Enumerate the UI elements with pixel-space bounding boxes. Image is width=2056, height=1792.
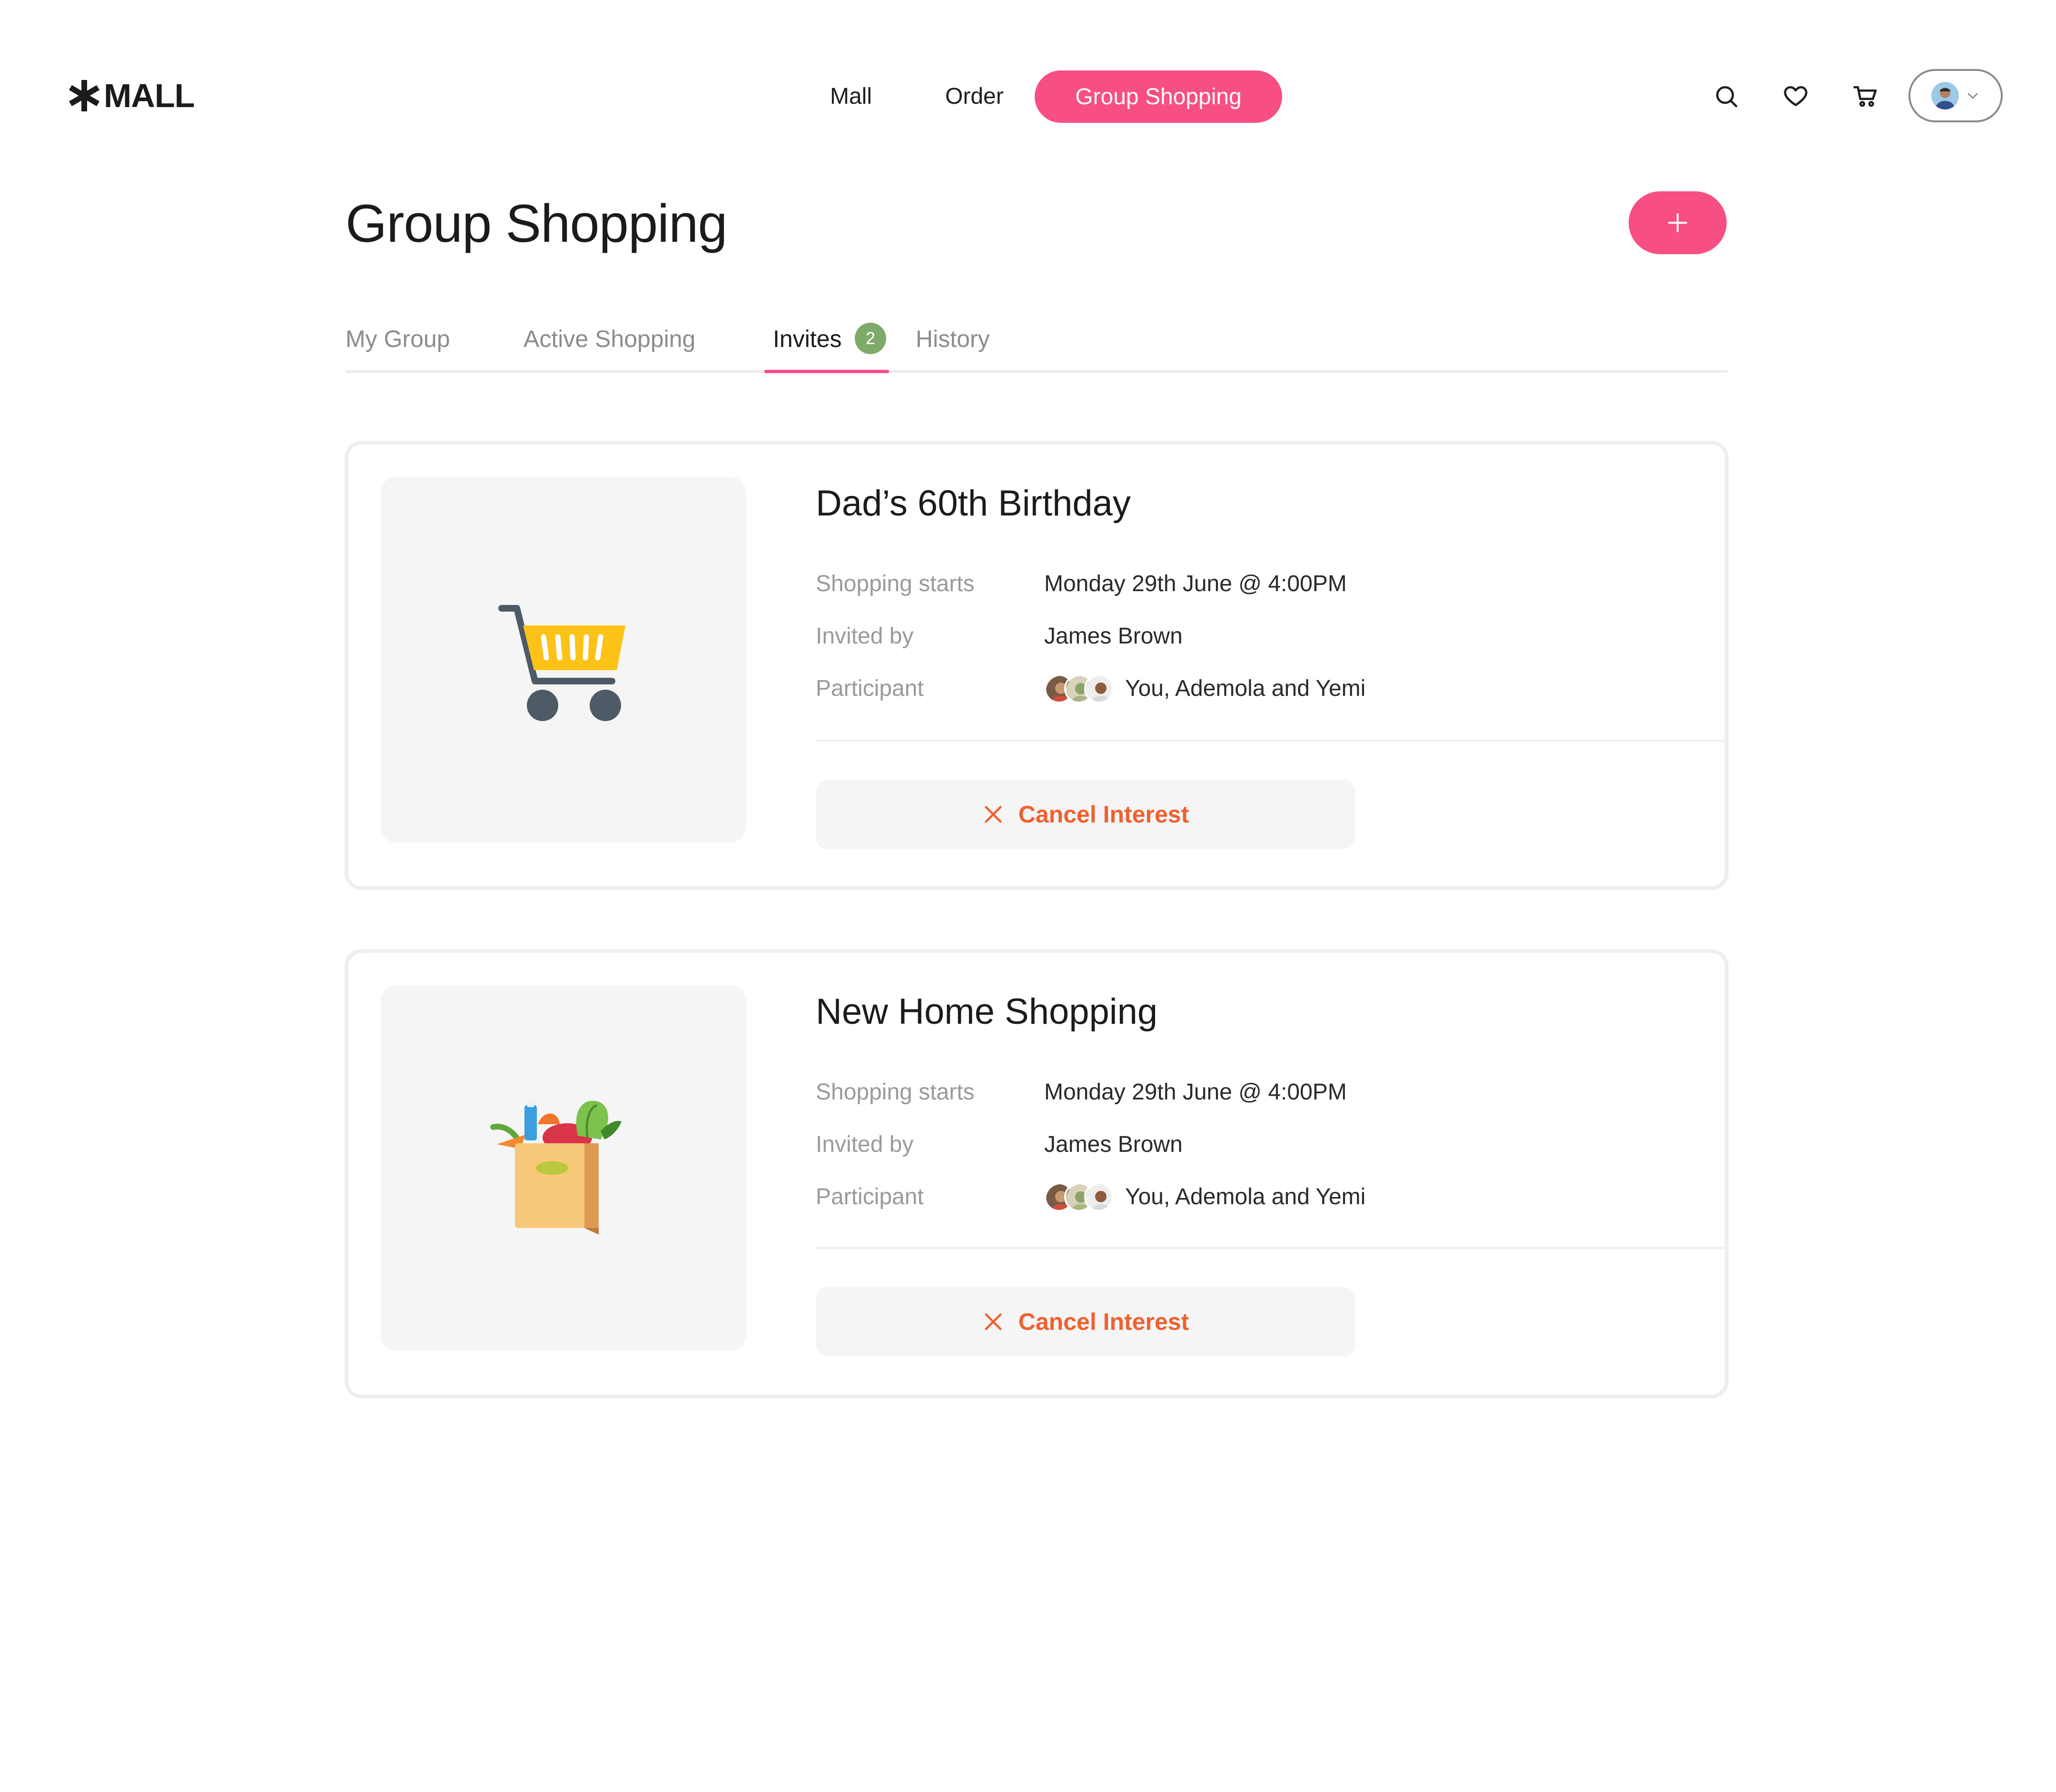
tab-history[interactable]: History <box>916 320 990 358</box>
shopping-cart-illustration-icon <box>498 605 625 721</box>
cancel-interest-button[interactable]: Cancel Interest <box>816 780 1355 849</box>
participants: You, Ademola and Yemi <box>1044 672 1365 705</box>
search-button[interactable] <box>1707 77 1745 115</box>
tab-invites[interactable]: Invites <box>773 320 842 358</box>
card-divider <box>816 1247 1725 1249</box>
card-divider <box>816 740 1725 742</box>
shopping-starts-value: Monday 29th June @ 4:00PM <box>1044 571 1347 596</box>
active-tab-indicator <box>764 370 889 373</box>
participant-label: Participant <box>816 676 924 701</box>
tabs-divider <box>346 370 1728 373</box>
tab-my-group[interactable]: My Group <box>346 320 450 358</box>
invited-by-value: James Brown <box>1044 1132 1183 1157</box>
shopping-starts-value: Monday 29th June @ 4:00PM <box>1044 1079 1347 1105</box>
close-icon <box>985 806 1002 823</box>
invited-by-label: Invited by <box>816 624 914 649</box>
avatar <box>1084 674 1114 703</box>
participant-avatars <box>1044 674 1114 703</box>
shopping-starts-label: Shopping starts <box>816 1079 975 1105</box>
participants: You, Ademola and Yemi <box>1044 1180 1365 1214</box>
add-group-button[interactable] <box>1629 191 1727 254</box>
nav-link-order[interactable]: Order <box>945 80 1004 113</box>
page-title: Group Shopping <box>346 194 728 253</box>
avatar <box>1084 1182 1114 1212</box>
nav-link-group-shopping[interactable]: Group Shopping <box>1035 70 1282 123</box>
cart-icon <box>1853 86 1877 107</box>
card-title: New Home Shopping <box>816 991 1158 1032</box>
profile-menu[interactable] <box>1908 69 2003 122</box>
search-icon <box>1716 86 1738 108</box>
wishlist-button[interactable] <box>1777 77 1815 115</box>
invited-by-label: Invited by <box>816 1132 914 1157</box>
shopping-starts-label: Shopping starts <box>816 571 975 596</box>
cart-button[interactable] <box>1847 77 1885 115</box>
cancel-interest-button[interactable]: Cancel Interest <box>816 1287 1355 1356</box>
avatar <box>1931 82 1959 109</box>
card-image <box>381 985 746 1351</box>
invites-count-badge: 2 <box>855 323 886 354</box>
participant-label: Participant <box>816 1184 924 1209</box>
grocery-bag-illustration-icon <box>490 1100 622 1235</box>
card-title: Dad’s 60th Birthday <box>816 483 1131 524</box>
asterisk-logo-icon <box>69 80 100 111</box>
close-icon <box>985 1313 1002 1330</box>
card-image <box>381 477 746 842</box>
logo[interactable]: MALL <box>68 74 195 117</box>
participant-avatars <box>1044 1182 1114 1212</box>
logo-text: MALL <box>104 77 195 114</box>
cancel-interest-label: Cancel Interest <box>1018 801 1189 828</box>
participants-text: You, Ademola and Yemi <box>1125 1184 1366 1209</box>
invited-by-value: James Brown <box>1044 624 1183 649</box>
nav-link-mall[interactable]: Mall <box>830 80 872 113</box>
plus-icon <box>1668 213 1687 232</box>
participants-text: You, Ademola and Yemi <box>1125 676 1366 701</box>
tab-active-shopping[interactable]: Active Shopping <box>524 320 695 358</box>
chevron-down-icon <box>1967 93 1978 99</box>
cancel-interest-label: Cancel Interest <box>1018 1308 1189 1335</box>
heart-icon <box>1784 86 1808 107</box>
